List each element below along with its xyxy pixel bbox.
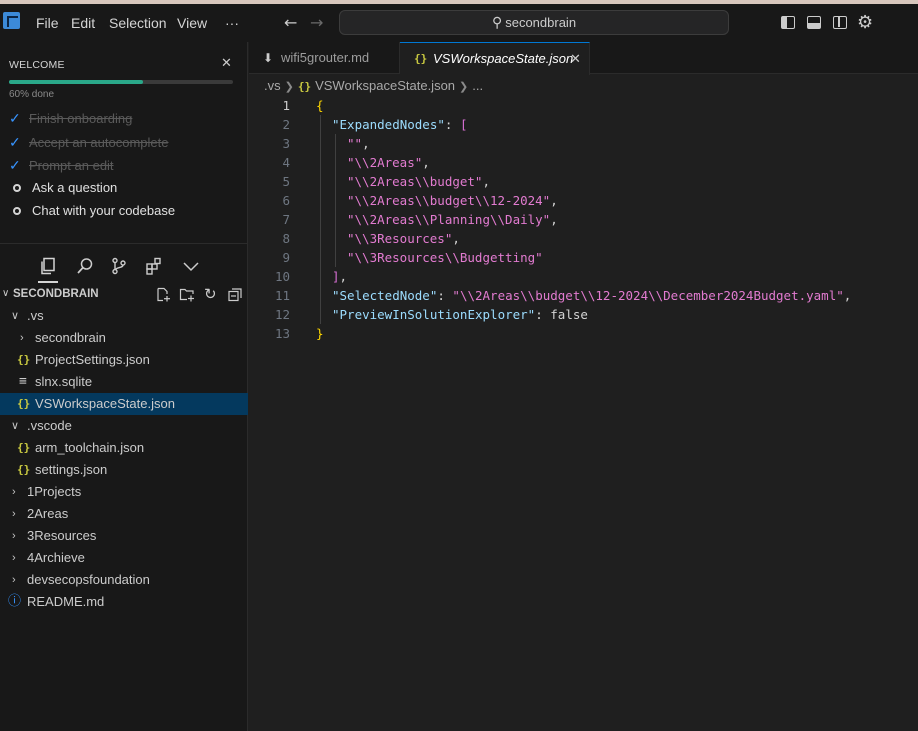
tree-folder-devsecopsfoundation[interactable]: › devsecopsfoundation: [0, 569, 248, 591]
json-file-icon: {}: [17, 441, 31, 454]
code-line: 7 "\\2Areas\\Planning\\Daily",: [282, 210, 558, 229]
toggle-secondary-sidebar-icon[interactable]: [833, 16, 847, 29]
tree-file-projectsettings[interactable]: {} ProjectSettings.json: [0, 349, 248, 371]
code-line: 5 "\\2Areas\\budget",: [282, 172, 490, 191]
tree-file-slnx-sqlite[interactable]: ≡ slnx.sqlite: [0, 371, 248, 393]
json-file-icon: {}: [17, 463, 31, 476]
code-line: 3 "",: [282, 134, 370, 153]
command-center-search[interactable]: ⚲ secondbrain: [339, 10, 729, 35]
divider: [0, 243, 248, 244]
progress-text: 60% done: [9, 89, 55, 100]
markdown-file-icon: ⬇: [263, 51, 274, 65]
checkmark-icon: ✓: [9, 110, 21, 126]
search-icon: ⚲: [491, 14, 503, 30]
step-finish-onboarding[interactable]: ✓ Finish onboarding: [9, 108, 132, 128]
chevron-right-icon: ›: [12, 486, 16, 498]
extensions-icon[interactable]: [142, 254, 166, 278]
app-logo-icon: [3, 12, 20, 29]
chevron-right-icon: ❯: [284, 81, 294, 93]
explorer-title: SECONDBRAIN: [13, 288, 99, 300]
tree-file-settings[interactable]: {} settings.json: [0, 459, 248, 481]
onboarding-progress-bar: [9, 80, 233, 84]
tree-folder-secondbrain[interactable]: › secondbrain: [0, 327, 248, 349]
search-view-icon[interactable]: [73, 254, 97, 278]
database-file-icon: ≡: [19, 374, 27, 389]
checkmark-icon: ✓: [9, 157, 21, 173]
tree-folder-vs[interactable]: ∨ .vs: [0, 305, 248, 327]
close-icon[interactable]: ✕: [221, 56, 232, 71]
circle-icon: [13, 183, 21, 192]
tab-wifi5grouter[interactable]: ⬇ wifi5grouter.md: [249, 42, 400, 74]
chevron-right-icon: ›: [12, 508, 16, 520]
code-line: 12 "PreviewInSolutionExplorer": false: [274, 305, 588, 324]
json-file-icon: {}: [17, 397, 31, 410]
step-ask-question[interactable]: Ask a question: [9, 178, 117, 198]
code-line: 9 "\\3Resources\\Budgetting": [282, 248, 543, 267]
tree-folder-3resources[interactable]: › 3Resources: [0, 525, 248, 547]
code-line: 13}: [274, 326, 324, 341]
json-file-icon: {}: [297, 80, 312, 93]
sidebar: WELCOME ✕ 60% done ✓ Finish onboarding ✓ A…: [0, 42, 248, 731]
step-chat-codebase[interactable]: Chat with your codebase: [9, 201, 175, 221]
tree-file-arm-toolchain[interactable]: {} arm_toolchain.json: [0, 437, 248, 459]
explorer-section-header[interactable]: ∨ SECONDBRAIN ↻: [0, 284, 248, 304]
tree-folder-1projects[interactable]: › 1Projects: [0, 481, 248, 503]
code-line: 10],: [274, 267, 348, 286]
code-line: 11 "SelectedNode": "\\2Areas\\budget\\12-…: [274, 286, 852, 305]
toggle-panel-icon[interactable]: [807, 16, 821, 29]
code-line: 8 "\\3Resources",: [282, 229, 460, 248]
code-line: 4 "\\2Areas",: [282, 153, 430, 172]
breadcrumb-symbol[interactable]: ...: [472, 77, 483, 95]
menu-more-icon[interactable]: ···: [225, 4, 239, 42]
circle-icon: [13, 206, 21, 215]
progress-fill: [9, 80, 144, 84]
tree-file-readme[interactable]: ⓘ README.md: [0, 591, 248, 613]
close-icon[interactable]: ✕: [570, 43, 581, 74]
back-arrow-icon[interactable]: ←: [284, 4, 297, 42]
toggle-primary-sidebar-icon[interactable]: [781, 16, 795, 29]
json-file-icon: {}: [17, 353, 31, 366]
menu-selection[interactable]: Selection: [109, 4, 167, 42]
menu-file[interactable]: File: [36, 4, 59, 42]
step-prompt-edit[interactable]: ✓ Prompt an edit: [9, 155, 114, 175]
source-control-icon[interactable]: [107, 254, 131, 278]
checkmark-icon: ✓: [9, 134, 21, 150]
chevron-down-icon: ∨: [11, 420, 20, 432]
editor-area: ⬇ wifi5grouter.md {} VSWorkspaceState.js…: [249, 42, 918, 731]
refresh-icon[interactable]: ↻: [204, 284, 217, 304]
tab-vsworkspacestate[interactable]: {} VSWorkspaceState.json ✕: [400, 42, 590, 75]
breadcrumb-file[interactable]: VSWorkspaceState.json: [315, 77, 455, 95]
code-line: 1{: [282, 98, 324, 113]
breadcrumb: .vs ❯{} VSWorkspaceState.json ❯...: [264, 77, 483, 97]
tree-folder-2areas[interactable]: › 2Areas: [0, 503, 248, 525]
tree-folder-4archieve[interactable]: › 4Archieve: [0, 547, 248, 569]
chevron-right-icon: ›: [20, 332, 24, 344]
chevron-down-icon[interactable]: [179, 254, 203, 278]
menu-view[interactable]: View: [177, 4, 207, 42]
chevron-right-icon: ❯: [459, 81, 469, 93]
chevron-right-icon: ›: [12, 552, 16, 564]
forward-arrow-icon[interactable]: →: [310, 4, 323, 42]
menu-edit[interactable]: Edit: [71, 4, 95, 42]
json-file-icon: {}: [414, 52, 428, 65]
explorer-files-icon[interactable]: [36, 254, 60, 283]
tab-bar: ⬇ wifi5grouter.md {} VSWorkspaceState.js…: [249, 42, 918, 75]
breadcrumb-folder[interactable]: .vs: [264, 77, 281, 95]
tree-file-vsworkspacestate[interactable]: {} VSWorkspaceState.json: [0, 393, 248, 415]
code-line: 2 "ExpandedNodes": [: [282, 115, 468, 134]
chevron-right-icon: ›: [12, 530, 16, 542]
title-bar: File Edit Selection View ··· ← → ⚲ second…: [0, 0, 918, 42]
info-icon: ⓘ: [8, 594, 22, 609]
settings-gear-icon[interactable]: ⚙: [857, 11, 873, 35]
step-accept-autocomplete[interactable]: ✓ Accept an autocomplete: [9, 132, 168, 152]
welcome-title: WELCOME: [9, 59, 65, 71]
code-line: 6 "\\2Areas\\budget\\12-2024",: [282, 191, 558, 210]
chevron-down-icon: ∨: [11, 310, 20, 322]
chevron-down-icon: ∨: [2, 288, 10, 299]
search-text: secondbrain: [505, 15, 577, 30]
chevron-right-icon: ›: [12, 574, 16, 586]
tree-folder-vscode[interactable]: ∨ .vscode: [0, 415, 248, 437]
